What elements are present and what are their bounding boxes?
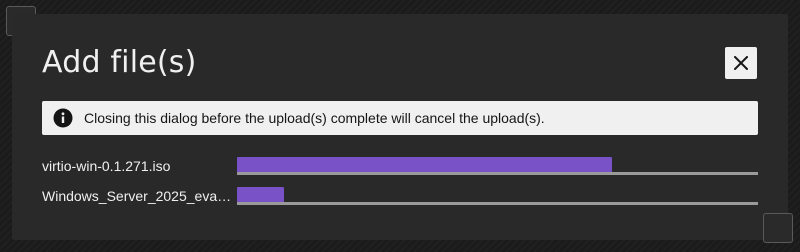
- add-files-dialog: Add file(s) Closing this dialog before t…: [12, 14, 788, 240]
- upload-progress-bar: [237, 187, 284, 202]
- corner-handle-bottom-right: [763, 213, 793, 243]
- upload-file-name: Windows_Server_2025_eval_x…: [42, 188, 232, 204]
- upload-file-name: virtio-win-0.1.271.iso: [42, 158, 171, 174]
- info-alert: Closing this dialog before the upload(s)…: [42, 101, 758, 135]
- dialog-title: Add file(s): [42, 45, 197, 80]
- close-button[interactable]: [725, 47, 757, 79]
- upload-progress-track: [237, 172, 758, 175]
- upload-progress-bar: [237, 157, 612, 172]
- upload-row: Windows_Server_2025_eval_x…: [42, 184, 758, 208]
- close-icon: [734, 56, 748, 70]
- info-icon: [53, 108, 73, 128]
- upload-row: virtio-win-0.1.271.iso: [42, 154, 758, 178]
- upload-progress-track: [237, 202, 758, 205]
- alert-message: Closing this dialog before the upload(s)…: [84, 110, 545, 126]
